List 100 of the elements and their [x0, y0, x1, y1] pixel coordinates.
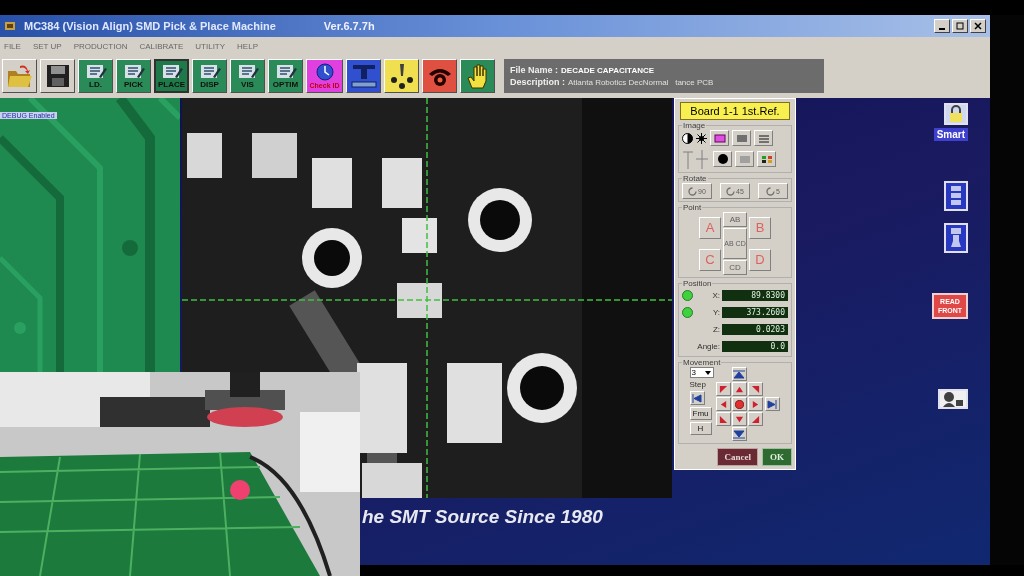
jog-button[interactable]	[747, 382, 763, 396]
fine-button[interactable]: H	[689, 422, 712, 435]
movement-group-label: Movement	[682, 358, 722, 367]
axis-value: 0.0203	[722, 324, 788, 335]
jog-bottom-button[interactable]	[731, 427, 747, 441]
arrow-left-end-icon	[692, 393, 702, 403]
folder-icon	[5, 63, 34, 89]
person-button[interactable]	[938, 389, 968, 409]
toolbar-button[interactable]: PLACE	[154, 59, 189, 93]
step-select[interactable]: 3	[689, 367, 714, 378]
ok-button[interactable]: OK	[762, 448, 792, 466]
menu-item[interactable]: SET UP	[32, 41, 62, 51]
document-icon	[198, 63, 221, 80]
jog-top-button[interactable]	[731, 367, 747, 381]
point-button[interactable]: D	[749, 248, 771, 271]
document-icon	[236, 63, 259, 80]
axis-value: 89.8300	[722, 290, 788, 301]
axis-value: 373.2600	[722, 307, 788, 318]
point-button[interactable]: CD	[723, 260, 747, 275]
jog-right-end-button[interactable]	[764, 397, 780, 411]
axis-label: X:	[711, 291, 720, 300]
description-value: Atlanta Robotics DecNormal tance PCB	[568, 78, 714, 87]
screen-icon	[713, 133, 726, 143]
rotate-icon	[766, 186, 776, 196]
picture-button[interactable]	[735, 151, 754, 167]
board-reference-label: Board 1-1 1st.Ref.	[680, 102, 790, 120]
fine-button[interactable]: Fmu	[689, 407, 712, 420]
stack-icon	[948, 184, 964, 208]
jog-button[interactable]	[715, 382, 731, 396]
maximize-icon	[956, 22, 964, 30]
minimize-button[interactable]	[934, 19, 950, 33]
menu-item[interactable]: UTILITY	[195, 41, 226, 51]
document-icon	[122, 63, 145, 80]
save-button[interactable]	[40, 59, 75, 93]
axis-value: 0.0	[722, 341, 788, 352]
home-button[interactable]	[731, 397, 747, 411]
feeder-list-button[interactable]	[944, 181, 968, 211]
app-icon	[4, 20, 16, 32]
lock-button[interactable]	[944, 103, 968, 125]
menu-item[interactable]: PRODUCTION	[73, 41, 128, 51]
open-folder-button[interactable]	[2, 59, 37, 93]
description-label: Description :	[510, 77, 565, 87]
close-icon	[974, 22, 982, 30]
jog-button[interactable]	[715, 412, 731, 426]
caret-icon	[703, 369, 712, 376]
toolbar-button[interactable]: VIS	[230, 59, 265, 93]
arrow-right-end-icon	[767, 399, 777, 409]
document-icon	[160, 63, 183, 80]
light-button[interactable]	[732, 130, 751, 146]
position-group-label: Position	[682, 279, 713, 288]
point-button[interactable]: A	[699, 216, 721, 239]
menu-item[interactable]: CALIBRATE	[139, 41, 184, 51]
rotate-group-label: Rotate	[682, 174, 708, 183]
target-button[interactable]	[713, 151, 732, 167]
cancel-button[interactable]: Cancel	[717, 448, 758, 466]
toolbar-button[interactable]: LD.	[78, 59, 113, 93]
menu-item[interactable]: HELP	[237, 41, 258, 51]
file-name-value: DECADE CAPACITANCE	[561, 66, 655, 75]
image-group-label: Image	[682, 121, 707, 130]
banner-text: he SMT Source Since 1980	[362, 506, 603, 529]
point-group-label: Point	[682, 203, 703, 212]
arrow-top-icon	[733, 369, 745, 379]
close-button[interactable]	[970, 19, 986, 33]
list-button[interactable]	[754, 130, 773, 146]
brightness-icon	[696, 132, 707, 144]
point-button[interactable]: B	[749, 216, 771, 239]
step-label: Step	[689, 380, 706, 389]
lock-icon	[947, 105, 965, 123]
jog-button[interactable]	[731, 412, 747, 426]
point-button[interactable]: C	[699, 248, 721, 271]
toolbar-button[interactable]: PICK	[116, 59, 151, 93]
eye-button[interactable]	[422, 59, 457, 93]
monitor-button[interactable]	[710, 130, 729, 146]
axis-label: Z:	[711, 325, 720, 334]
smart-label: Smart	[933, 128, 968, 141]
axis-label: Y:	[711, 308, 720, 317]
jog-button[interactable]	[747, 397, 763, 411]
nozzle-button[interactable]	[944, 223, 968, 253]
axis-label: Angle:	[696, 342, 720, 351]
jog-button[interactable]	[747, 412, 763, 426]
document-icon	[274, 63, 297, 80]
contrast-icon	[682, 132, 693, 144]
grid-button[interactable]	[757, 151, 776, 167]
document-icon	[84, 63, 107, 80]
version-label: Ver.6.7.7h	[323, 20, 375, 32]
image-icon	[738, 154, 751, 164]
crosshair-icon	[682, 148, 710, 170]
hand-button[interactable]	[460, 59, 495, 93]
jog-button[interactable]	[715, 397, 731, 411]
jog-left-end-button[interactable]	[689, 391, 705, 405]
person-icon	[942, 391, 964, 407]
toolbar-button[interactable]: OPTIM	[268, 59, 303, 93]
window-title: MC384 (Vision Align) SMD Pick & Place Machine	[24, 20, 276, 32]
maximize-button[interactable]	[952, 19, 968, 33]
jog-button[interactable]	[731, 382, 747, 396]
point-button[interactable]: AB	[723, 212, 747, 227]
toolbar-button[interactable]: DISP	[192, 59, 227, 93]
menu-item[interactable]: FILE	[4, 41, 21, 51]
rotate-icon	[688, 186, 698, 196]
rectangle-icon	[735, 133, 748, 143]
